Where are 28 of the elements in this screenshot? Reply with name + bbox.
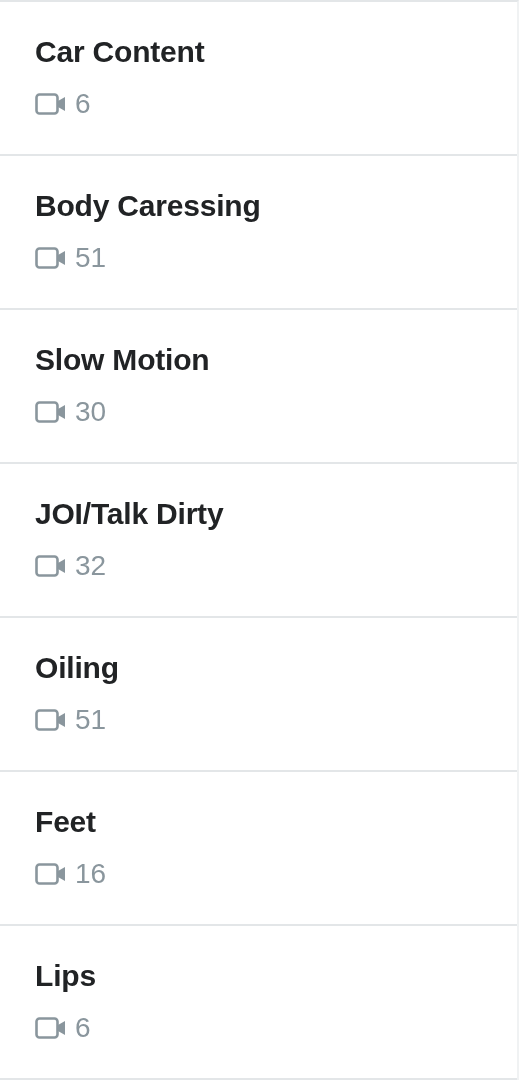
video-camera-icon [35, 401, 67, 423]
category-title: Slow Motion [35, 342, 210, 378]
video-camera-icon [35, 247, 67, 269]
category-item[interactable]: JOI/Talk Dirty 32 [0, 464, 517, 618]
video-count: 51 [75, 703, 107, 737]
video-camera-icon [35, 709, 67, 731]
category-title: Oiling [35, 650, 119, 686]
video-count: 6 [75, 87, 91, 121]
video-camera-icon [35, 863, 67, 885]
video-camera-icon [35, 1017, 67, 1039]
video-count: 32 [75, 549, 107, 583]
category-item[interactable]: Lips 6 [0, 926, 517, 1080]
category-title: Feet [35, 804, 96, 840]
category-title: Lips [35, 958, 96, 994]
video-camera-icon [35, 93, 67, 115]
video-count: 16 [75, 857, 107, 891]
category-item[interactable]: Slow Motion 30 [0, 310, 517, 464]
video-count: 6 [75, 1011, 91, 1045]
category-item[interactable]: Body Caressing 51 [0, 156, 517, 310]
video-count: 30 [75, 395, 107, 429]
category-title: Body Caressing [35, 188, 261, 224]
category-title: Car Content [35, 34, 205, 70]
video-camera-icon [35, 555, 67, 577]
category-title: JOI/Talk Dirty [35, 496, 224, 532]
video-count: 51 [75, 241, 107, 275]
category-item[interactable]: Oiling 51 [0, 618, 517, 772]
category-item[interactable]: Car Content 6 [0, 2, 517, 156]
category-item[interactable]: Feet 16 [0, 772, 517, 926]
